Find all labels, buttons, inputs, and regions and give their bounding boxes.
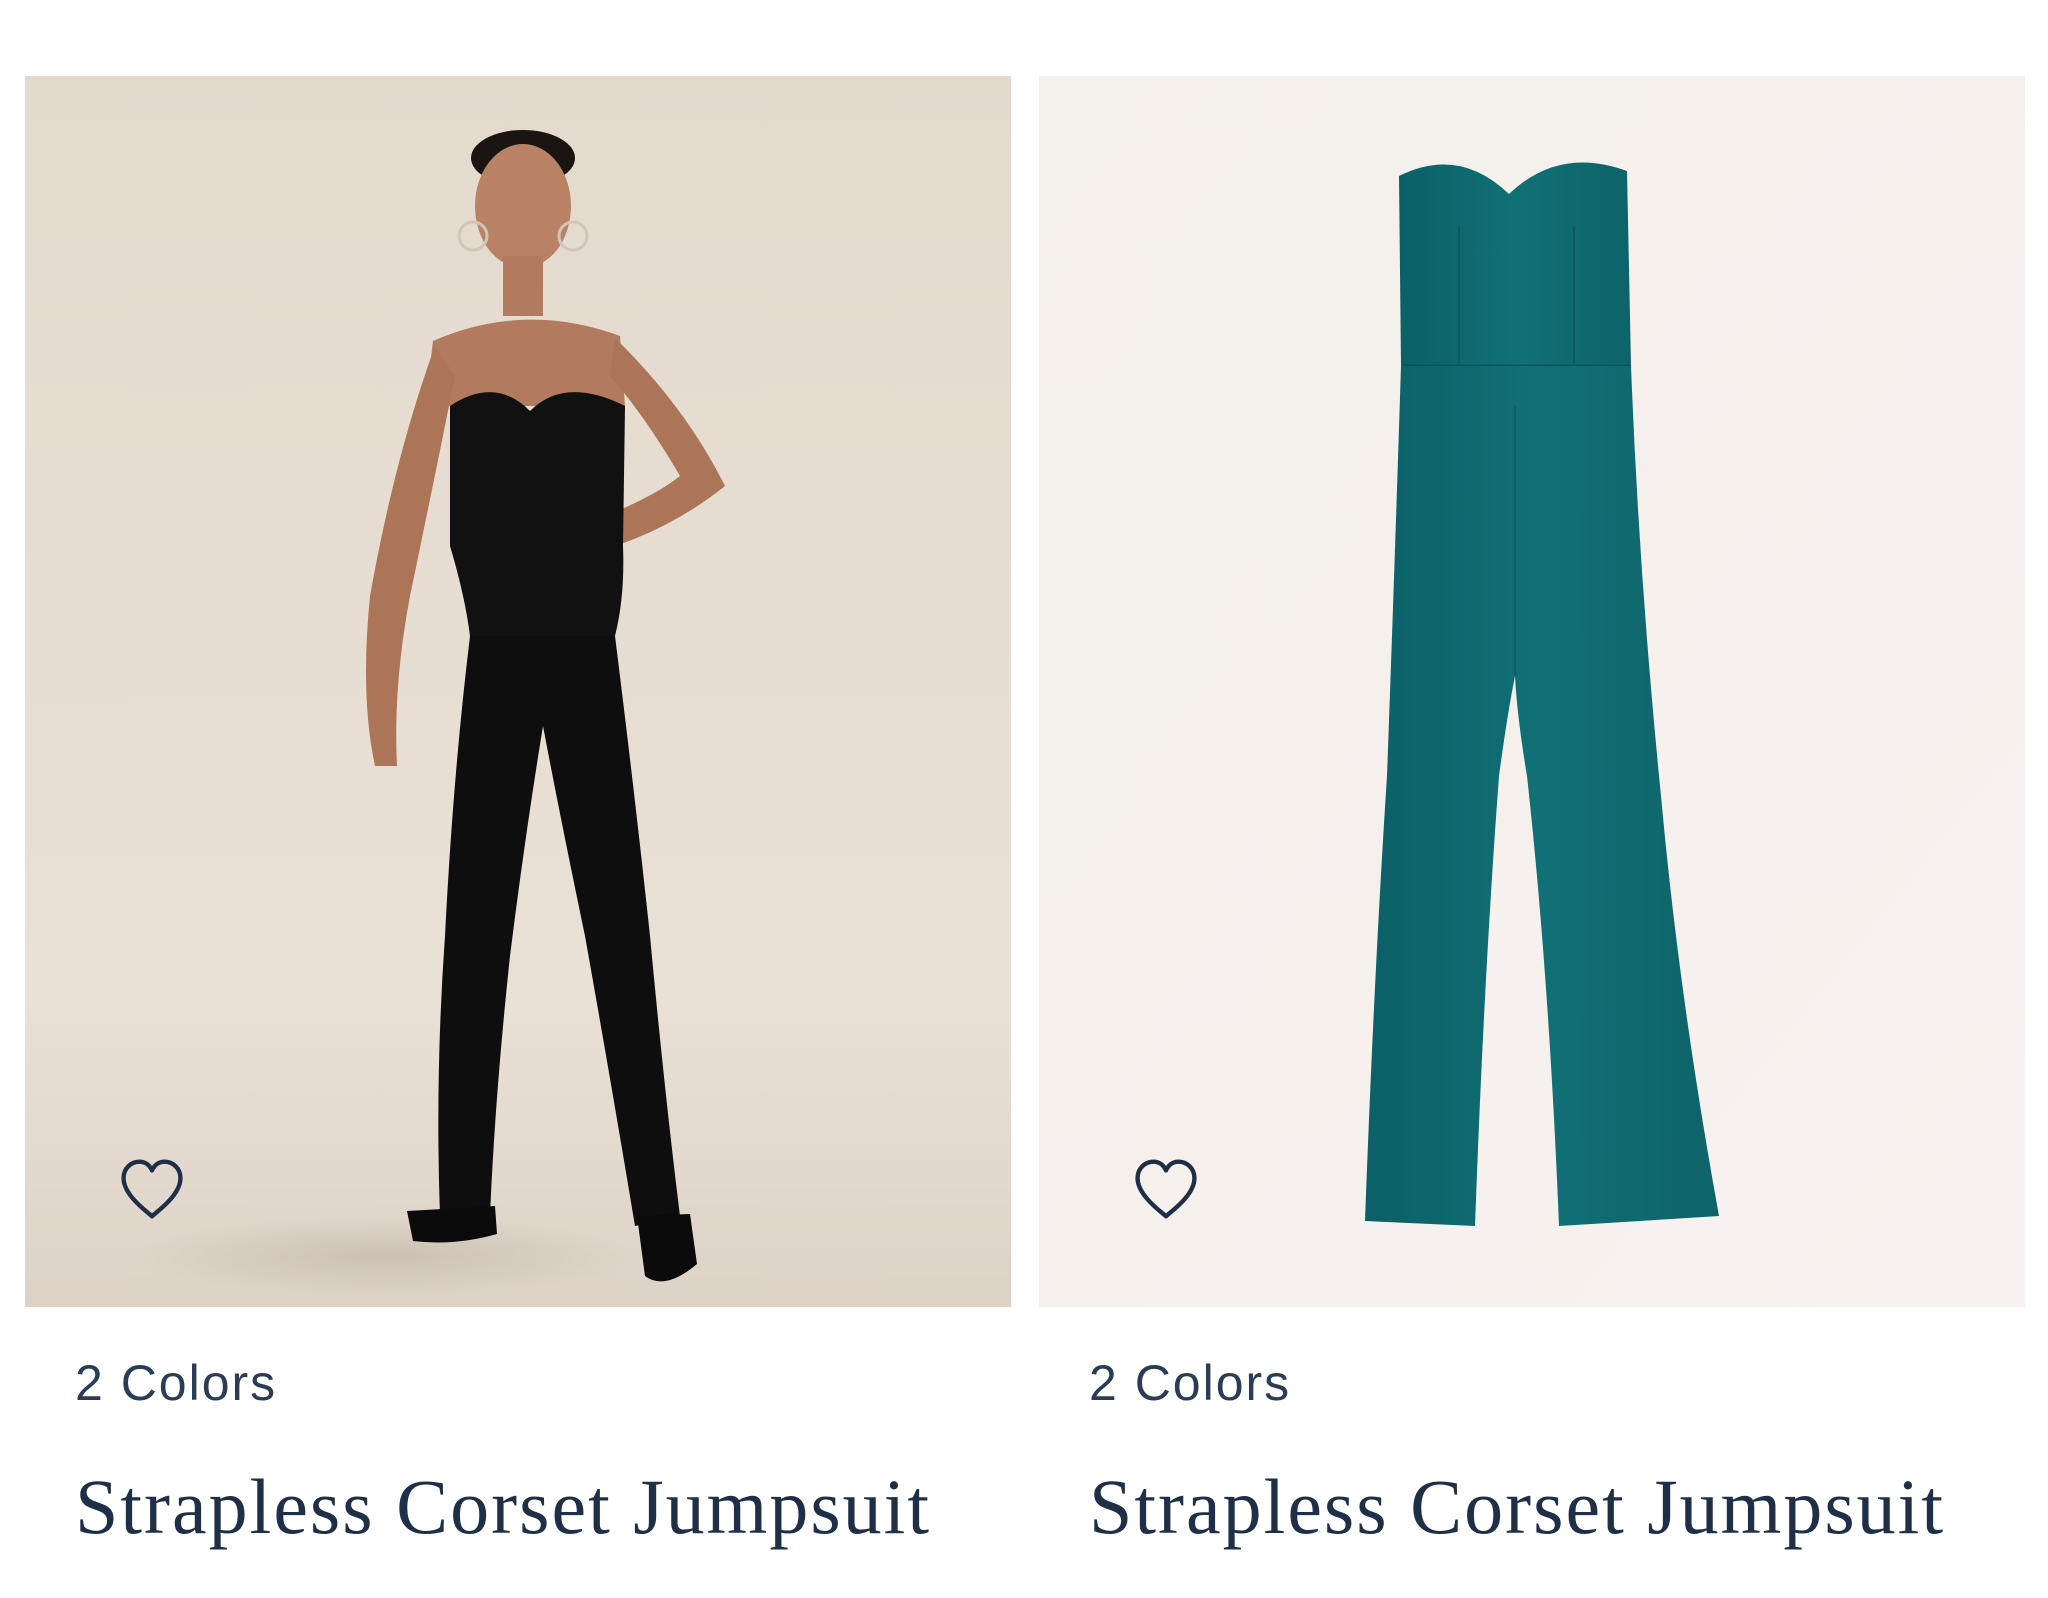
heart-outline-icon [1135,1159,1197,1219]
color-count-label: 2 Colors [1089,1355,1292,1411]
product-title-link[interactable]: Strapless Corset Jumpsuit [1089,1462,1945,1552]
add-to-wishlist-button[interactable] [1131,1156,1201,1222]
product-flat-lay-image [1039,76,2025,1307]
product-card[interactable]: 2 Colors Strapless Corset Jumpsuit [1039,76,2025,1550]
product-model-image [25,76,1011,1307]
heart-outline-icon [121,1159,183,1219]
add-to-wishlist-button[interactable] [117,1156,187,1222]
product-card[interactable]: 2 Colors Strapless Corset Jumpsuit [25,76,1011,1550]
product-image-link[interactable] [1039,76,2025,1307]
color-count-label: 2 Colors [75,1355,278,1411]
product-title-link[interactable]: Strapless Corset Jumpsuit [75,1462,931,1552]
product-image-link[interactable] [25,76,1011,1307]
